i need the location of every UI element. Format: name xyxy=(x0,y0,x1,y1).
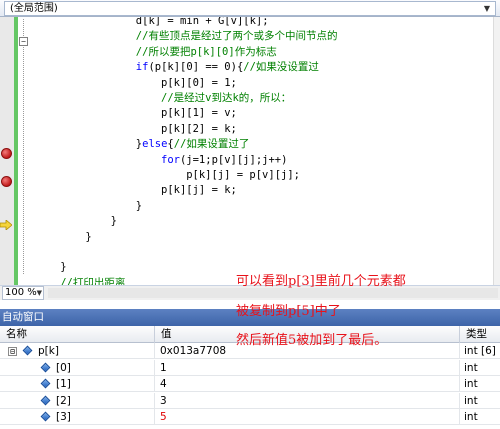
code-token: else xyxy=(142,138,168,151)
code-token: for xyxy=(161,153,180,166)
variable-icon xyxy=(40,395,51,405)
outline-guide xyxy=(23,19,24,274)
code-line: p[k][1] = v; xyxy=(161,106,237,121)
code-line: //打印出距离 xyxy=(60,276,125,285)
variable-name: [3] xyxy=(56,411,71,423)
code-line: } xyxy=(85,230,91,245)
code-line: p[k][0] = 1; xyxy=(161,76,237,91)
variable-icon xyxy=(40,411,51,422)
vertical-scrollbar[interactable] xyxy=(493,17,500,285)
code-token: //所以要把p[k][0]作为标志 xyxy=(135,45,277,58)
variable-icon xyxy=(22,345,33,356)
code-token: p[k][1] = v; xyxy=(161,107,237,120)
pane-title: 自动窗口 xyxy=(2,311,44,323)
code-token: //打印出距离 xyxy=(60,276,126,285)
variable-icon xyxy=(40,362,51,372)
name-cell: [0] xyxy=(0,359,155,376)
table-row[interactable]: [2] 3 int xyxy=(0,392,500,409)
variable-icon xyxy=(40,378,51,389)
name-cell: ⊟ p[k] xyxy=(0,343,155,359)
annotation-line: 然后新值5被加到了最后。 xyxy=(236,333,388,348)
code-line: p[k][j] = k; xyxy=(161,183,237,198)
code-token: d[k] = min + G[v][k]; xyxy=(135,17,269,27)
code-token: } xyxy=(85,230,92,243)
code-line: }else{//如果设置过了 xyxy=(136,137,250,152)
name-cell: [3] xyxy=(0,409,155,425)
variable-name: [0] xyxy=(56,361,71,374)
code-token: //如果没设置过 xyxy=(243,61,319,74)
breakpoint-icon[interactable] xyxy=(1,148,12,159)
value-cell[interactable]: 1 xyxy=(155,359,460,376)
type-cell: int xyxy=(464,411,478,423)
code-token: //有些顶点是经过了两个或多个中间节点的 xyxy=(135,30,338,43)
variable-name: [1] xyxy=(56,378,71,390)
table-row[interactable]: [1] 4 int xyxy=(0,376,500,392)
change-tracking-bar xyxy=(14,17,18,285)
code-token: (j=1;p[v][j];j++) xyxy=(179,153,288,166)
code-token: p[k][2] = k; xyxy=(161,122,237,135)
code-token: } xyxy=(110,215,117,228)
zoom-dropdown[interactable]: 100 % ▼ xyxy=(2,286,44,300)
code-line: } xyxy=(60,260,66,275)
variable-name: p[k] xyxy=(38,345,59,357)
code-token: p[k][0] = 1; xyxy=(161,76,237,89)
code-token: p[k][j] = p[v][j]; xyxy=(186,169,300,181)
collapse-toggle-icon[interactable]: − xyxy=(19,37,28,46)
code-editor[interactable]: − d[k] = min + G[v][k]; //有些顶点是经过了两个或多个中间… xyxy=(0,17,500,285)
breakpoint-icon[interactable] xyxy=(1,176,12,187)
code-line: if(p[k][0] == 0){//如果没设置过 xyxy=(136,60,319,75)
scope-dropdown[interactable]: (全局范围) ▼ xyxy=(4,1,496,16)
current-line-arrow-icon xyxy=(0,220,12,230)
type-cell: int xyxy=(464,361,478,374)
collapse-toggle-icon[interactable]: ⊟ xyxy=(8,347,17,356)
table-row[interactable]: [3] 5 int xyxy=(0,409,500,425)
annotation-line: 被复制到p[5]中了 xyxy=(236,304,341,319)
type-cell: int xyxy=(464,394,478,407)
type-cell: int xyxy=(464,378,478,390)
column-header-name[interactable]: 名称 xyxy=(0,326,155,343)
code-line: } xyxy=(111,214,117,229)
scope-bar: (全局范围) ▼ xyxy=(0,0,500,17)
chevron-down-icon[interactable]: ▼ xyxy=(37,287,42,299)
column-header-type[interactable]: 类型 xyxy=(460,326,500,343)
value-cell[interactable]: 5 xyxy=(155,409,460,425)
code-token: } xyxy=(60,261,67,274)
annotation-line: 可以看到p[3]里前几个元素都 xyxy=(236,274,406,289)
value-cell[interactable]: 4 xyxy=(155,376,460,392)
variable-name: [2] xyxy=(56,394,71,407)
type-cell: int [6] xyxy=(464,345,496,357)
code-line: //所以要把p[k][0]作为标志 xyxy=(136,45,277,60)
name-cell: [2] xyxy=(0,392,155,409)
code-line: } xyxy=(136,199,142,214)
code-line: p[k][j] = p[v][j]; xyxy=(186,168,300,183)
code-line: d[k] = min + G[v][k]; xyxy=(136,17,269,29)
zoom-level-text: 100 % xyxy=(5,287,37,298)
code-token: if xyxy=(135,61,149,74)
code-line: //有些顶点是经过了两个或多个中间节点的 xyxy=(136,29,338,44)
chevron-down-icon[interactable]: ▼ xyxy=(481,3,493,14)
code-line: p[k][2] = k; xyxy=(161,122,237,137)
code-line: //是经过v到达k的，所以： xyxy=(161,91,291,106)
name-cell: [1] xyxy=(0,376,155,392)
scope-label: (全局范围) xyxy=(10,3,58,14)
table-row[interactable]: [0] 1 int xyxy=(0,359,500,376)
code-token: //如果设置过了 xyxy=(173,138,250,151)
value-cell[interactable]: 3 xyxy=(155,392,460,409)
code-line: for(j=1;p[v][j];j++) xyxy=(161,153,287,168)
code-token: (p[k][0] == 0){ xyxy=(148,61,244,74)
code-token: //是经过v到达k的，所以： xyxy=(161,92,292,104)
code-token: p[k][j] = k; xyxy=(161,184,237,197)
code-token: } xyxy=(135,199,143,212)
